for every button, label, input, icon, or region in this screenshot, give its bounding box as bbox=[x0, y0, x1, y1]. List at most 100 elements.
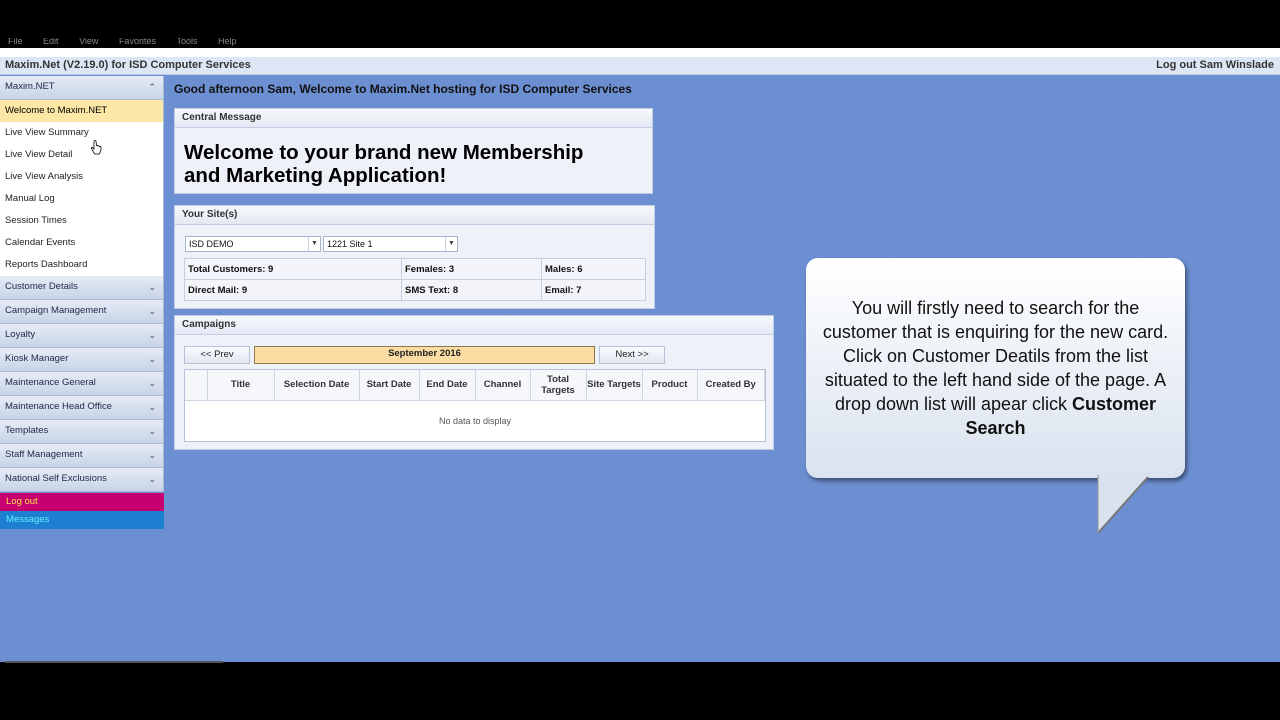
column-site-targets[interactable]: Site Targets bbox=[586, 370, 643, 401]
stat-sms-text: SMS Text: 8 bbox=[401, 279, 542, 301]
sidebar-group-kiosk-manager[interactable]: Kiosk Manager ⌄ bbox=[0, 348, 164, 372]
chevron-down-icon: ⌄ bbox=[148, 378, 156, 388]
chevron-up-icon: ⌃ bbox=[148, 82, 156, 92]
subsite-select-value: 1221 Site 1 bbox=[327, 239, 373, 249]
sidebar-group-maintenance-head-office[interactable]: Maintenance Head Office ⌄ bbox=[0, 396, 164, 420]
menu-view[interactable]: View bbox=[79, 38, 98, 46]
your-sites-title: Your Site(s) bbox=[175, 206, 654, 225]
hand-cursor-icon bbox=[90, 140, 102, 155]
site-stats-table: Total Customers: 9 Females: 3 Males: 6 D… bbox=[184, 258, 646, 301]
sidebar-item-label: Live View Detail bbox=[5, 149, 73, 160]
browser-menubar: File Edit View Favorites Tools Help bbox=[0, 38, 1280, 48]
sidebar-item-label: Calendar Events bbox=[5, 237, 76, 248]
sidebar-logout-button[interactable]: Log out bbox=[0, 493, 164, 511]
sidebar-group-customer-details[interactable]: Customer Details ⌄ bbox=[0, 276, 164, 300]
sidebar-group-label: Maintenance Head Office bbox=[5, 401, 113, 412]
logout-user-link[interactable]: Log out Sam Winslade bbox=[1156, 59, 1274, 71]
sidebar-group-label: Kiosk Manager bbox=[5, 353, 69, 364]
sidebar-item-reports-dashboard[interactable]: Reports Dashboard bbox=[0, 254, 163, 276]
central-message-line2: and Marketing Application! bbox=[184, 164, 447, 187]
column-selection-date[interactable]: Selection Date bbox=[274, 370, 360, 401]
sidebar-item-label: Reports Dashboard bbox=[5, 259, 88, 270]
sidebar-group-loyalty[interactable]: Loyalty ⌄ bbox=[0, 324, 164, 348]
column-select[interactable] bbox=[185, 370, 208, 401]
sidebar-messages-button[interactable]: Messages bbox=[0, 511, 164, 529]
your-sites-panel: Your Site(s) ISD DEMO ▼ 1221 Site 1 ▼ To… bbox=[174, 205, 655, 309]
sidebar-group-label: Templates bbox=[5, 425, 49, 436]
column-created-by[interactable]: Created By bbox=[697, 370, 765, 401]
sidebar-item-session-times[interactable]: Session Times bbox=[0, 210, 163, 232]
column-end-date[interactable]: End Date bbox=[419, 370, 476, 401]
column-start-date[interactable]: Start Date bbox=[359, 370, 420, 401]
menu-edit[interactable]: Edit bbox=[43, 38, 59, 46]
campaigns-grid: Title Selection Date Start Date End Date… bbox=[184, 369, 766, 442]
chevron-down-icon: ⌄ bbox=[148, 282, 156, 292]
sidebar-group-label: Campaign Management bbox=[5, 305, 107, 316]
central-message-line1: Welcome to your brand new Membership bbox=[184, 141, 584, 164]
sidebar-group-staff-management[interactable]: Staff Management ⌄ bbox=[0, 444, 164, 468]
sidebar-group-label: Staff Management bbox=[5, 449, 83, 460]
app-header: Maxim.Net (V2.19.0) for ISD Computer Ser… bbox=[0, 57, 1280, 75]
chevron-down-icon: ⌄ bbox=[148, 450, 156, 460]
sidebar-item-label: Session Times bbox=[5, 215, 67, 226]
top-divider bbox=[0, 48, 1280, 57]
app-window: Maxim.Net (V2.19.0) for ISD Computer Ser… bbox=[0, 48, 1280, 662]
app-title: Maxim.Net (V2.19.0) for ISD Computer Ser… bbox=[5, 59, 251, 71]
sidebar-item-label: Manual Log bbox=[5, 193, 55, 204]
sidebar-item-welcome[interactable]: Welcome to Maxim.NET bbox=[0, 100, 163, 122]
sidebar-item-live-view-detail[interactable]: Live View Detail bbox=[0, 144, 163, 166]
menu-favorites[interactable]: Favorites bbox=[119, 38, 156, 46]
callout-text: You will firstly need to search for the … bbox=[818, 296, 1173, 440]
prev-month-button[interactable]: << Prev bbox=[184, 346, 250, 364]
sidebar-item-live-view-summary[interactable]: Live View Summary bbox=[0, 122, 163, 144]
sidebar-group-maxim[interactable]: Maxim.NET ⌃ bbox=[0, 76, 164, 100]
sidebar-group-label: Maintenance General bbox=[5, 377, 96, 388]
sidebar: Maxim.NET ⌃ Welcome to Maxim.NET Live Vi… bbox=[0, 76, 164, 662]
chevron-down-icon: ⌄ bbox=[148, 426, 156, 436]
central-message-title: Central Message bbox=[175, 109, 652, 128]
dropdown-arrow-icon: ▼ bbox=[308, 237, 320, 251]
no-data-message: No data to display bbox=[438, 416, 512, 426]
campaigns-title: Campaigns bbox=[175, 316, 773, 335]
screen: File Edit View Favorites Tools Help Maxi… bbox=[0, 0, 1280, 720]
stat-email: Email: 7 bbox=[541, 279, 646, 301]
sidebar-group-label: Customer Details bbox=[5, 281, 78, 292]
welcome-heading: Good afternoon Sam, Welcome to Maxim.Net… bbox=[174, 82, 632, 96]
chevron-down-icon: ⌄ bbox=[148, 402, 156, 412]
column-title[interactable]: Title bbox=[207, 370, 275, 401]
next-month-button[interactable]: Next >> bbox=[599, 346, 665, 364]
site-select[interactable]: ISD DEMO ▼ bbox=[185, 236, 321, 252]
central-message-panel: Central Message Welcome to your brand ne… bbox=[174, 108, 653, 194]
tutorial-callout: You will firstly need to search for the … bbox=[806, 258, 1185, 478]
site-select-value: ISD DEMO bbox=[189, 239, 234, 249]
dropdown-arrow-icon: ▼ bbox=[445, 237, 457, 251]
subsite-select[interactable]: 1221 Site 1 ▼ bbox=[323, 236, 458, 252]
stat-total-customers: Total Customers: 9 bbox=[184, 258, 402, 280]
sidebar-group-campaign-management[interactable]: Campaign Management ⌄ bbox=[0, 300, 164, 324]
menu-file[interactable]: File bbox=[8, 38, 23, 46]
menu-tools[interactable]: Tools bbox=[176, 38, 197, 46]
sidebar-item-calendar-events[interactable]: Calendar Events bbox=[0, 232, 163, 254]
sidebar-group-label: Loyalty bbox=[5, 329, 36, 340]
sidebar-item-label: Live View Summary bbox=[5, 127, 89, 138]
sidebar-group-templates[interactable]: Templates ⌄ bbox=[0, 420, 164, 444]
sidebar-item-live-view-analysis[interactable]: Live View Analysis bbox=[0, 166, 163, 188]
column-total-targets[interactable]: Total Targets bbox=[530, 370, 587, 401]
sidebar-group-national-self-exclusions[interactable]: National Self Exclusions ⌄ bbox=[0, 468, 164, 492]
sidebar-group-maintenance-general[interactable]: Maintenance General ⌄ bbox=[0, 372, 164, 396]
chevron-down-icon: ⌄ bbox=[148, 474, 156, 484]
campaigns-panel: Campaigns << Prev September 2016 Next >>… bbox=[174, 315, 774, 450]
sidebar-item-manual-log[interactable]: Manual Log bbox=[0, 188, 163, 210]
sidebar-item-label: Live View Analysis bbox=[5, 171, 83, 182]
column-channel[interactable]: Channel bbox=[475, 370, 531, 401]
chevron-down-icon: ⌄ bbox=[148, 330, 156, 340]
stat-males: Males: 6 bbox=[541, 258, 646, 280]
grid-header-row: Title Selection Date Start Date End Date… bbox=[185, 370, 765, 401]
central-message-text: Welcome to your brand new Membership and… bbox=[184, 141, 583, 187]
menu-help[interactable]: Help bbox=[218, 38, 237, 46]
column-product[interactable]: Product bbox=[642, 370, 698, 401]
sidebar-items: Welcome to Maxim.NET Live View Summary L… bbox=[0, 100, 164, 276]
chevron-down-icon: ⌄ bbox=[148, 306, 156, 316]
bottom-scroll-indicator bbox=[5, 661, 223, 663]
sidebar-group-label: Maxim.NET bbox=[5, 81, 55, 92]
